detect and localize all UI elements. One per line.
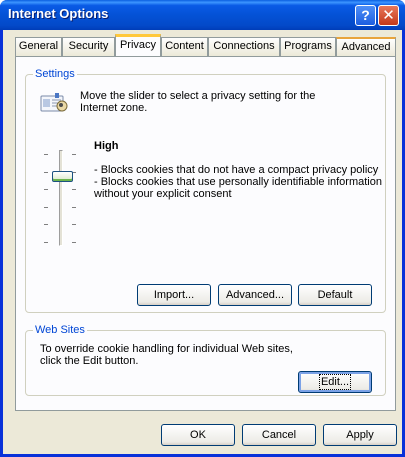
edit-button-label: Edit... [318,374,352,390]
help-icon: ? [361,7,370,23]
cancel-button-label: Cancel [261,429,297,441]
close-button[interactable]: ✕ [378,5,399,26]
title-bar[interactable]: Internet Options ? ✕ [0,0,405,30]
slider-tick [72,242,76,243]
slider-tick [44,154,48,155]
edit-button[interactable]: Edit... [298,371,372,393]
privacy-description-1: - Blocks cookies that do not have a comp… [94,164,379,176]
ok-button[interactable]: OK [161,424,235,446]
privacy-panel: Settings Move the slider to select a pri… [15,56,396,411]
privacy-slider-track[interactable] [59,150,63,246]
settings-group-label: Settings [33,68,77,80]
internet-options-dialog: Internet Options ? ✕ General Security Pr… [0,0,405,457]
privacy-level-label: High [94,140,119,152]
slider-tick [44,172,48,173]
tab-programs[interactable]: Programs [280,37,336,56]
settings-instruction: Move the slider to select a privacy sett… [80,90,316,114]
websites-text: To override cookie handling for individu… [40,343,293,367]
import-button-label: Import... [153,289,195,301]
apply-button-label: Apply [346,429,374,441]
slider-tick [72,207,76,208]
privacy-description-2: - Blocks cookies that use personally ide… [94,176,382,200]
window-title: Internet Options [8,6,109,21]
tab-connections[interactable]: Connections [208,37,280,56]
tab-security[interactable]: Security [62,37,115,56]
advanced-button-label: Advanced... [225,289,285,301]
default-button[interactable]: Default [298,284,372,306]
slider-tick [44,224,48,225]
advanced-button[interactable]: Advanced... [218,284,292,306]
slider-tick [72,189,76,190]
tab-content[interactable]: Content [161,37,208,56]
ok-button-label: OK [190,429,206,441]
cancel-button[interactable]: Cancel [242,424,316,446]
import-button[interactable]: Import... [137,284,211,306]
websites-group-label: Web Sites [33,324,87,336]
default-button-label: Default [317,289,353,301]
apply-button[interactable]: Apply [323,424,397,446]
help-button[interactable]: ? [355,5,376,26]
slider-tick [44,207,48,208]
slider-tick [72,154,76,155]
slider-tick [44,189,48,190]
tab-privacy[interactable]: Privacy [115,34,161,56]
privacy-slider-thumb[interactable] [52,171,73,182]
slider-tick [44,242,48,243]
tab-advanced[interactable]: Advanced [336,37,396,56]
slider-tick [72,224,76,225]
tab-general[interactable]: General [15,37,62,56]
privacy-icon [40,91,70,115]
close-icon: ✕ [382,7,395,24]
